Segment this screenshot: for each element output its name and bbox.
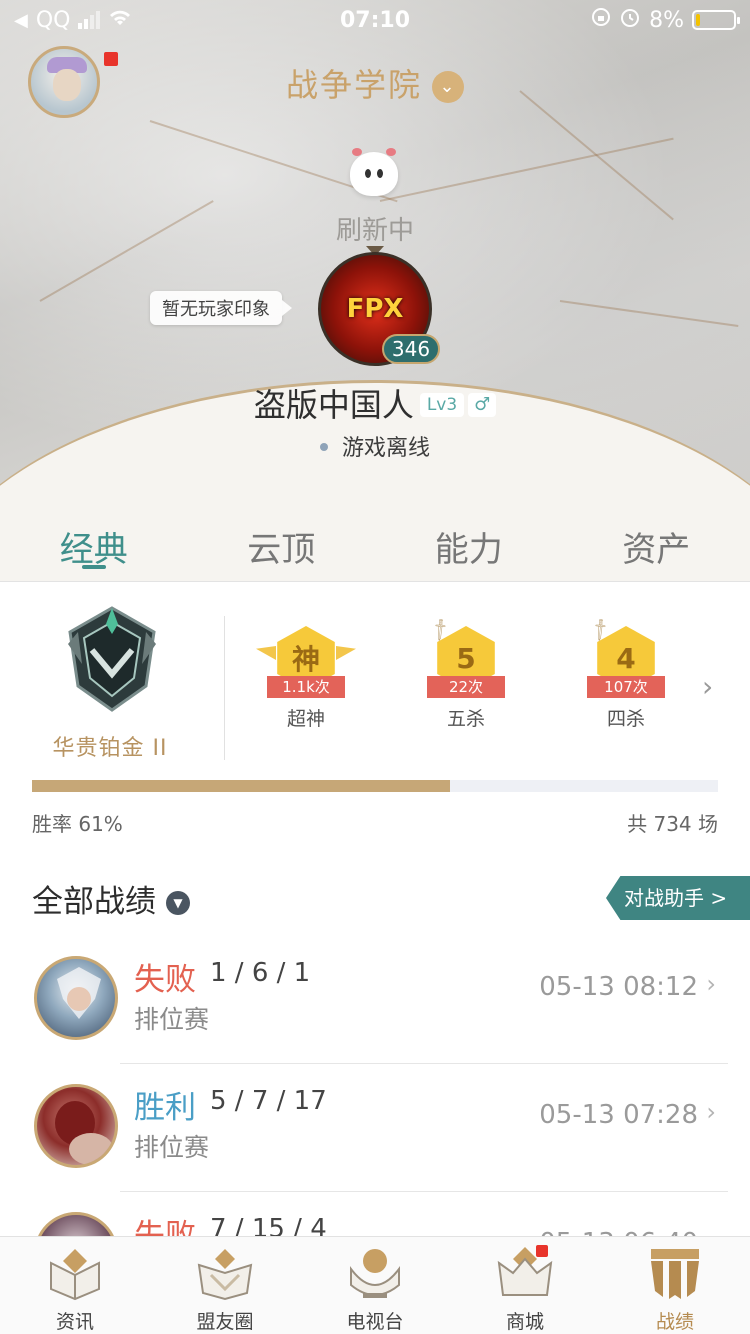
male-icon: ♂ — [468, 393, 497, 417]
win-rate-label: 胜率 61% — [32, 812, 123, 836]
status-dot-icon — [319, 443, 328, 451]
chevron-right-icon: › — [706, 970, 716, 998]
win-rate-fill — [32, 780, 451, 792]
username-row: 盗版中国人 Lv3 ♂ — [0, 380, 750, 426]
nav-label: 资讯 — [55, 1311, 94, 1333]
nav-news[interactable]: 资讯 — [0, 1237, 150, 1334]
match-mode: 排位赛 — [134, 1005, 210, 1034]
mascot-ghost-icon — [350, 148, 398, 196]
total-games-label: 共 734 场 — [627, 812, 718, 836]
server-title: 战争学院 — [285, 66, 422, 104]
badge-legendary[interactable]: 神 1.1k次 超神 — [256, 626, 356, 731]
records-title: 全部战绩 — [32, 884, 156, 920]
champion-avatar — [34, 1084, 118, 1168]
nav-label: 战绩 — [655, 1311, 694, 1333]
records-filter[interactable]: 全部战绩 ▼ — [32, 876, 190, 921]
friends-circle-icon — [197, 1249, 253, 1301]
match-time: 05-13 08:12 — [539, 972, 698, 1002]
match-kda: 1 / 6 / 1 — [210, 958, 311, 988]
badge-label: 五杀 — [446, 708, 485, 730]
tab-ability[interactable]: 能力 — [375, 500, 563, 581]
platinum-rank-emblem-icon — [68, 606, 156, 712]
badge-pentakill[interactable]: 🗡 5 22次 五杀 — [416, 616, 516, 731]
badge-count: 22次 — [427, 676, 505, 698]
chevron-right-icon: › — [706, 1098, 716, 1126]
tab-tft[interactable]: 云顶 — [188, 500, 376, 581]
tab-assets[interactable]: 资产 — [563, 500, 750, 581]
chevron-down-icon: ⌄ — [432, 71, 464, 103]
team-logo-text: FPX — [346, 294, 404, 324]
badge-count: 107次 — [587, 676, 665, 698]
match-mode: 排位赛 — [134, 1133, 210, 1162]
chevron-down-icon: ▼ — [166, 891, 190, 915]
nav-label: 商城 — [505, 1311, 544, 1333]
match-row[interactable]: 胜利 5 / 7 / 17 排位赛 05-13 07:28 › — [0, 1064, 750, 1192]
signal-icon — [78, 11, 101, 29]
nav-tv[interactable]: 电视台 — [300, 1237, 450, 1334]
username: 盗版中国人 — [253, 386, 414, 424]
badge-count: 1.1k次 — [267, 676, 345, 698]
chevron-right-icon[interactable]: › — [702, 670, 713, 703]
match-result: 失败 — [134, 962, 196, 998]
battery-icon — [692, 10, 740, 30]
nav-records[interactable]: 战绩 — [600, 1237, 750, 1334]
match-result: 胜利 — [134, 1090, 196, 1126]
tab-bar: 经典 云顶 能力 资产 — [0, 500, 750, 582]
nav-store[interactable]: 商城 — [450, 1237, 600, 1334]
status-bar: ◀ QQ 07:10 8% — [0, 0, 750, 40]
win-rate-bar — [32, 780, 718, 792]
badge-label: 超神 — [286, 708, 325, 730]
battle-assistant-button[interactable]: 对战助手 > — [606, 876, 750, 920]
alarm-icon — [619, 6, 641, 34]
user-level-badge: Lv3 — [419, 393, 465, 417]
records-icon — [651, 1249, 699, 1299]
online-status: 游戏离线 — [0, 430, 750, 462]
news-icon — [50, 1249, 100, 1301]
match-time: 05-13 07:28 — [539, 1100, 698, 1130]
divider — [224, 616, 225, 760]
badge-quadrakill[interactable]: 🗡 4 107次 四杀 — [576, 616, 676, 731]
notification-dot — [536, 1245, 548, 1257]
online-status-text: 游戏离线 — [341, 436, 430, 461]
match-kda: 5 / 7 / 17 — [210, 1086, 327, 1116]
badge-label: 四杀 — [606, 708, 645, 730]
summoner-level: 346 — [382, 334, 440, 364]
refresh-status: 刷新中 — [335, 216, 414, 246]
tv-icon — [350, 1249, 400, 1298]
server-selector[interactable]: 战争学院 ⌄ — [0, 60, 750, 106]
nav-label: 电视台 — [346, 1311, 404, 1333]
tab-classic[interactable]: 经典 — [0, 500, 188, 581]
battery-percent: 8% — [649, 7, 684, 33]
wifi-icon — [108, 8, 132, 33]
rank-summary[interactable]: 华贵铂金 II — [20, 600, 200, 770]
rank-name: 华贵铂金 II — [52, 736, 168, 761]
nav-label: 盟友圈 — [196, 1311, 254, 1333]
bottom-navigation: 资讯 盟友圈 电视台 商城 战绩 — [0, 1236, 750, 1334]
back-arrow-icon[interactable]: ◀ — [14, 10, 28, 31]
nav-friends[interactable]: 盟友圈 — [150, 1237, 300, 1334]
match-row[interactable]: 失败 1 / 6 / 1 排位赛 05-13 08:12 › — [0, 936, 750, 1064]
rotation-lock-icon — [591, 7, 611, 33]
player-impression-tag[interactable]: 暂无玩家印象 — [150, 291, 292, 325]
champion-avatar — [34, 956, 118, 1040]
carrier-label: QQ — [35, 7, 71, 33]
